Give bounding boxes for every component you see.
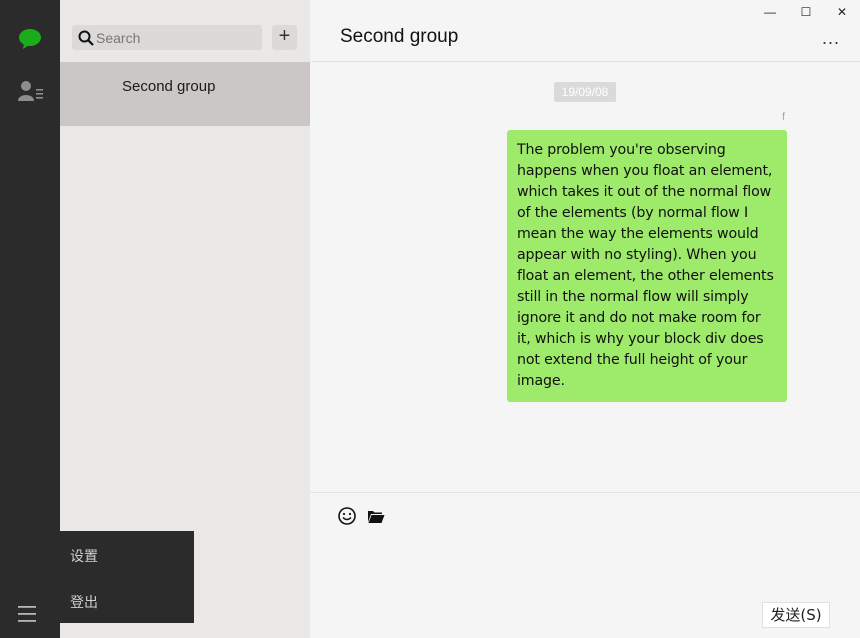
contacts-icon[interactable] [18,80,44,102]
folder-icon[interactable] [367,509,385,524]
conversation-name: Second group [122,78,216,95]
menu-icon[interactable] [16,602,40,626]
chat-title: Second group [340,26,459,47]
message-composer: 发送(S) [310,492,860,638]
chat-icon[interactable] [18,28,42,50]
search-input[interactable] [96,25,256,50]
settings-popup-menu: 设置 登出 [60,531,194,623]
message-timestamp: 19/09/08 [554,82,616,102]
message-input[interactable] [330,533,840,593]
menu-item-settings[interactable]: 设置 [70,546,98,566]
maximize-button[interactable]: ☐ [795,3,817,21]
search-box[interactable] [72,25,262,50]
app-window: + Second group 设置 登出 Second group — ☐ ✕ … [0,0,860,638]
message-bubble: The problem you're observing happens whe… [507,130,787,402]
message-sender: f [782,111,786,123]
chat-pane: Second group — ☐ ✕ ... 19/09/08 f The pr… [310,0,860,638]
nav-rail [0,0,60,638]
close-button[interactable]: ✕ [831,3,853,21]
conversation-item[interactable]: Second group [60,62,310,126]
more-options-button[interactable]: ... [822,28,840,49]
search-icon [78,30,94,46]
menu-item-logout[interactable]: 登出 [70,592,98,612]
minimize-button[interactable]: — [759,3,781,21]
chat-header: Second group — ☐ ✕ ... [310,0,860,62]
send-button[interactable]: 发送(S) [762,602,830,628]
emoji-icon[interactable] [337,506,357,526]
add-conversation-button[interactable]: + [272,25,297,50]
